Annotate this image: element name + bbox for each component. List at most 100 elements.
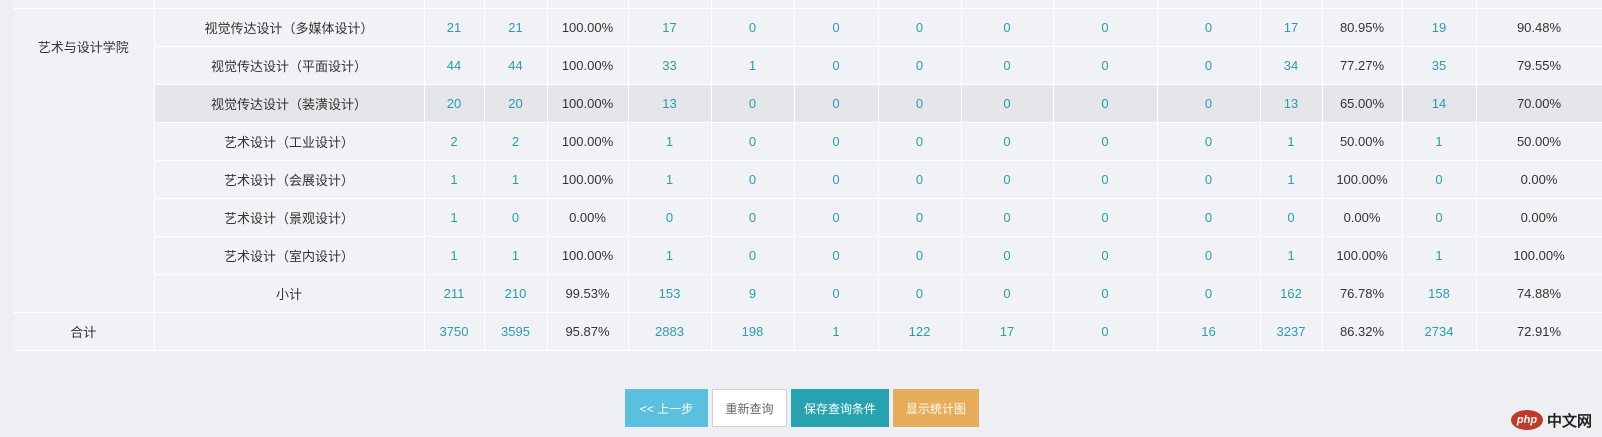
save-query-button[interactable]: 保存查询条件 bbox=[791, 389, 889, 427]
count-link-cell[interactable]: 21 bbox=[424, 8, 485, 47]
total-count-link-cell[interactable]: 198 bbox=[711, 312, 795, 351]
count-link-cell[interactable]: 1 bbox=[628, 236, 712, 275]
count-link-cell[interactable]: 0 bbox=[794, 160, 879, 199]
count-link-cell[interactable]: 0 bbox=[961, 84, 1054, 123]
count-link-cell[interactable]: 0 bbox=[1157, 8, 1261, 47]
count-link-cell[interactable]: 0 bbox=[628, 198, 712, 237]
count-link-cell[interactable]: 0 bbox=[878, 84, 962, 123]
count-link-cell[interactable]: 0 bbox=[878, 46, 962, 85]
total-count-link-cell[interactable]: 2883 bbox=[628, 312, 712, 351]
previous-step-button[interactable]: << 上一步 bbox=[625, 389, 708, 427]
count-link-cell[interactable]: 0 bbox=[794, 84, 879, 123]
count-link-cell[interactable]: 0 bbox=[711, 160, 795, 199]
count-link-cell[interactable]: 0 bbox=[961, 122, 1054, 161]
count-link-cell[interactable]: 0 bbox=[1053, 122, 1158, 161]
count-link-cell[interactable]: 0 bbox=[1157, 274, 1261, 313]
count-link-cell[interactable]: 1 bbox=[628, 122, 712, 161]
count-link-cell[interactable]: 0 bbox=[961, 8, 1054, 47]
count-link-cell[interactable]: 0 bbox=[878, 160, 962, 199]
total-count-link-cell[interactable]: 3237 bbox=[1260, 312, 1323, 351]
count-link-cell[interactable]: 35 bbox=[1402, 46, 1477, 85]
count-link-cell[interactable]: 211 bbox=[424, 274, 485, 313]
count-link-cell[interactable]: 0 bbox=[794, 122, 879, 161]
count-link-cell[interactable]: 158 bbox=[1402, 274, 1477, 313]
count-link-cell[interactable]: 0 bbox=[1157, 160, 1261, 199]
count-link-cell[interactable]: 0 bbox=[878, 274, 962, 313]
count-link-cell[interactable]: 1 bbox=[1260, 122, 1323, 161]
count-link-cell[interactable]: 0 bbox=[1157, 46, 1261, 85]
count-link-cell[interactable]: 0 bbox=[1053, 84, 1158, 123]
total-count-link-cell[interactable]: 3595 bbox=[484, 312, 548, 351]
count-link-cell[interactable]: 0 bbox=[961, 236, 1054, 275]
reset-query-button[interactable]: 重新查询 bbox=[712, 389, 787, 427]
count-link-cell[interactable]: 0 bbox=[794, 46, 879, 85]
count-link-cell[interactable]: 0 bbox=[711, 236, 795, 275]
count-link-cell[interactable]: 21 bbox=[484, 8, 548, 47]
count-link-cell[interactable]: 0 bbox=[1053, 274, 1158, 313]
count-link-cell[interactable]: 20 bbox=[484, 84, 548, 123]
count-link-cell[interactable]: 1 bbox=[484, 236, 548, 275]
count-link-cell[interactable]: 0 bbox=[1157, 122, 1261, 161]
total-count-link-cell[interactable]: 16 bbox=[1157, 312, 1261, 351]
count-link-cell[interactable]: 0 bbox=[1157, 236, 1261, 275]
count-link-cell[interactable]: 0 bbox=[794, 236, 879, 275]
count-link-cell[interactable]: 0 bbox=[794, 274, 879, 313]
count-link-cell[interactable]: 0 bbox=[878, 198, 962, 237]
count-link-cell[interactable]: 0 bbox=[711, 8, 795, 47]
count-link-cell[interactable]: 0 bbox=[961, 46, 1054, 85]
count-link-cell[interactable]: 1 bbox=[628, 160, 712, 199]
count-link-cell[interactable]: 0 bbox=[484, 198, 548, 237]
count-link-cell[interactable]: 0 bbox=[1402, 160, 1477, 199]
total-count-link-cell[interactable]: 2734 bbox=[1402, 312, 1477, 351]
total-count-link-cell[interactable]: 0 bbox=[1053, 312, 1158, 351]
count-link-cell[interactable]: 13 bbox=[1260, 84, 1323, 123]
count-link-cell[interactable]: 33 bbox=[628, 46, 712, 85]
count-link-cell[interactable]: 2 bbox=[484, 122, 548, 161]
count-link-cell[interactable]: 0 bbox=[1053, 46, 1158, 85]
count-link-cell[interactable]: 0 bbox=[1402, 198, 1477, 237]
count-link-cell[interactable]: 0 bbox=[711, 84, 795, 123]
total-count-link-cell[interactable]: 122 bbox=[878, 312, 962, 351]
count-link-cell[interactable]: 0 bbox=[878, 8, 962, 47]
count-link-cell[interactable]: 19 bbox=[1402, 8, 1477, 47]
count-link-cell[interactable]: 1 bbox=[711, 46, 795, 85]
count-link-cell[interactable]: 0 bbox=[794, 8, 879, 47]
count-link-cell[interactable]: 0 bbox=[1157, 84, 1261, 123]
count-link-cell[interactable]: 0 bbox=[961, 198, 1054, 237]
count-link-cell[interactable]: 44 bbox=[424, 46, 485, 85]
count-link-cell[interactable]: 0 bbox=[1157, 198, 1261, 237]
count-link-cell[interactable]: 153 bbox=[628, 274, 712, 313]
count-link-cell[interactable]: 1 bbox=[1402, 122, 1477, 161]
count-link-cell[interactable]: 1 bbox=[1402, 236, 1477, 275]
count-link-cell[interactable]: 1 bbox=[1260, 236, 1323, 275]
count-link-cell[interactable]: 162 bbox=[1260, 274, 1323, 313]
count-link-cell[interactable]: 1 bbox=[484, 160, 548, 199]
count-link-cell[interactable]: 2 bbox=[424, 122, 485, 161]
total-count-link-cell[interactable]: 17 bbox=[961, 312, 1054, 351]
count-link-cell[interactable]: 1 bbox=[424, 160, 485, 199]
count-link-cell[interactable]: 17 bbox=[628, 8, 712, 47]
total-count-link-cell[interactable]: 3750 bbox=[424, 312, 485, 351]
count-link-cell[interactable]: 0 bbox=[711, 122, 795, 161]
count-link-cell[interactable]: 44 bbox=[484, 46, 548, 85]
count-link-cell[interactable]: 0 bbox=[1260, 198, 1323, 237]
count-link-cell[interactable]: 34 bbox=[1260, 46, 1323, 85]
count-link-cell[interactable]: 14 bbox=[1402, 84, 1477, 123]
total-count-link-cell[interactable]: 1 bbox=[794, 312, 879, 351]
count-link-cell[interactable]: 0 bbox=[878, 236, 962, 275]
count-link-cell[interactable]: 20 bbox=[424, 84, 485, 123]
count-link-cell[interactable]: 210 bbox=[484, 274, 548, 313]
count-link-cell[interactable]: 1 bbox=[424, 198, 485, 237]
count-link-cell[interactable]: 17 bbox=[1260, 8, 1323, 47]
count-link-cell[interactable]: 0 bbox=[961, 274, 1054, 313]
count-link-cell[interactable]: 1 bbox=[424, 236, 485, 275]
count-link-cell[interactable]: 0 bbox=[961, 160, 1054, 199]
count-link-cell[interactable]: 0 bbox=[1053, 8, 1158, 47]
show-chart-button[interactable]: 显示统计图 bbox=[893, 389, 979, 427]
count-link-cell[interactable]: 0 bbox=[1053, 160, 1158, 199]
count-link-cell[interactable]: 1 bbox=[1260, 160, 1323, 199]
count-link-cell[interactable]: 0 bbox=[1053, 236, 1158, 275]
count-link-cell[interactable]: 0 bbox=[1053, 198, 1158, 237]
count-link-cell[interactable]: 0 bbox=[711, 198, 795, 237]
count-link-cell[interactable]: 0 bbox=[794, 198, 879, 237]
